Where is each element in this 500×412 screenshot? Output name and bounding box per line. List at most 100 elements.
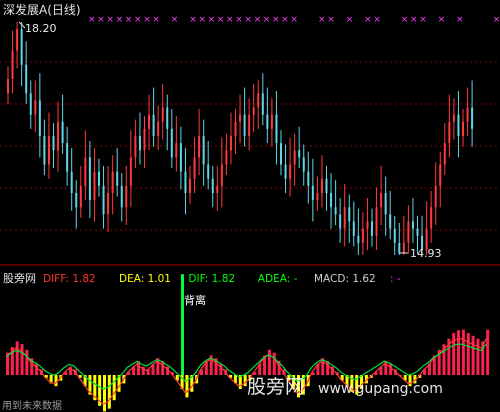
- macd-bar[interactable]: [54, 375, 58, 387]
- candle-body[interactable]: [439, 164, 442, 186]
- candle-body[interactable]: [198, 136, 201, 158]
- candle-body[interactable]: [11, 50, 14, 80]
- candle-body[interactable]: [143, 128, 146, 151]
- candle-body[interactable]: [289, 164, 292, 179]
- candle-body[interactable]: [152, 114, 155, 137]
- candle-body[interactable]: [393, 228, 396, 243]
- candle-body[interactable]: [466, 107, 469, 122]
- candle-body[interactable]: [70, 171, 73, 194]
- candle-body[interactable]: [34, 100, 37, 115]
- candle-body[interactable]: [161, 107, 164, 122]
- candle-body[interactable]: [280, 143, 282, 165]
- candle-body[interactable]: [52, 136, 55, 151]
- candle-body[interactable]: [229, 136, 232, 151]
- macd-bar[interactable]: [476, 338, 480, 375]
- candle-body[interactable]: [184, 171, 187, 194]
- candle-body[interactable]: [189, 178, 191, 194]
- candle-body[interactable]: [257, 93, 260, 108]
- candle-body[interactable]: [239, 114, 242, 122]
- candle-body[interactable]: [434, 185, 437, 208]
- candle-body[interactable]: [107, 193, 110, 215]
- candle-body[interactable]: [311, 185, 314, 201]
- candle-body[interactable]: [166, 107, 169, 129]
- candle-body[interactable]: [93, 171, 96, 201]
- candle-body[interactable]: [266, 114, 269, 129]
- candle-body[interactable]: [179, 143, 182, 172]
- candle-body[interactable]: [84, 157, 87, 186]
- candle-body[interactable]: [411, 221, 414, 229]
- macd-bar[interactable]: [25, 349, 29, 375]
- candle-body[interactable]: [129, 157, 132, 186]
- candle-body[interactable]: [302, 157, 305, 172]
- macd-bar[interactable]: [384, 361, 388, 375]
- macd-bar[interactable]: [35, 363, 39, 375]
- candle-body[interactable]: [47, 136, 50, 165]
- candle-body[interactable]: [29, 93, 32, 115]
- candle-body[interactable]: [334, 207, 337, 215]
- candle-body[interactable]: [261, 93, 264, 115]
- candlestick-series[interactable]: [7, 22, 474, 255]
- candle-body[interactable]: [352, 221, 355, 236]
- candle-body[interactable]: [407, 221, 410, 243]
- candle-body[interactable]: [120, 185, 123, 208]
- candle-body[interactable]: [57, 121, 60, 151]
- candle-body[interactable]: [79, 185, 82, 208]
- candle-body[interactable]: [211, 178, 214, 194]
- macd-bar[interactable]: [107, 375, 111, 409]
- candle-body[interactable]: [116, 171, 119, 186]
- candle-body[interactable]: [348, 207, 351, 222]
- candle-body[interactable]: [38, 100, 41, 137]
- candle-body[interactable]: [175, 143, 178, 158]
- candle-body[interactable]: [138, 136, 141, 151]
- candle-body[interactable]: [343, 207, 346, 229]
- candle-body[interactable]: [243, 114, 246, 137]
- candle-body[interactable]: [371, 221, 373, 236]
- candle-body[interactable]: [457, 114, 460, 137]
- candle-body[interactable]: [125, 185, 128, 208]
- candle-body[interactable]: [88, 157, 91, 201]
- candle-body[interactable]: [384, 193, 387, 215]
- candle-body[interactable]: [298, 150, 301, 158]
- candle-body[interactable]: [220, 164, 223, 186]
- macd-bar[interactable]: [112, 375, 116, 401]
- candle-body[interactable]: [270, 114, 273, 129]
- candle-body[interactable]: [275, 114, 278, 144]
- macd-bar[interactable]: [466, 333, 470, 375]
- candle-body[interactable]: [402, 242, 405, 254]
- candle-body[interactable]: [61, 121, 64, 144]
- candle-body[interactable]: [134, 136, 137, 158]
- macd-bar[interactable]: [185, 375, 189, 398]
- candle-body[interactable]: [98, 171, 100, 186]
- macd-bar[interactable]: [471, 335, 475, 375]
- candle-body[interactable]: [234, 121, 237, 137]
- candle-body[interactable]: [148, 114, 151, 129]
- candle-body[interactable]: [361, 228, 364, 243]
- candle-body[interactable]: [202, 136, 205, 165]
- candle-body[interactable]: [380, 193, 383, 208]
- macd-bar[interactable]: [452, 333, 456, 375]
- candle-body[interactable]: [293, 150, 296, 165]
- candle-body[interactable]: [375, 207, 378, 236]
- candle-body[interactable]: [43, 136, 46, 165]
- candle-body[interactable]: [389, 214, 392, 229]
- candle-body[interactable]: [225, 150, 228, 165]
- macd-bar[interactable]: [389, 363, 393, 375]
- candle-body[interactable]: [7, 79, 9, 94]
- candle-body[interactable]: [284, 164, 287, 179]
- candle-body[interactable]: [20, 29, 23, 65]
- candle-body[interactable]: [75, 193, 78, 208]
- candle-body[interactable]: [416, 228, 419, 236]
- candle-body[interactable]: [357, 235, 360, 243]
- candle-body[interactable]: [207, 164, 210, 179]
- candle-body[interactable]: [366, 221, 369, 229]
- candle-body[interactable]: [443, 143, 446, 165]
- macd-bar[interactable]: [461, 329, 465, 375]
- candle-body[interactable]: [193, 157, 196, 179]
- candle-body[interactable]: [252, 107, 255, 115]
- macd-bar[interactable]: [20, 344, 24, 375]
- candle-body[interactable]: [170, 128, 173, 158]
- candle-body[interactable]: [66, 143, 69, 172]
- candle-body[interactable]: [25, 64, 28, 94]
- macd-bar[interactable]: [457, 330, 461, 375]
- candle-body[interactable]: [111, 171, 114, 194]
